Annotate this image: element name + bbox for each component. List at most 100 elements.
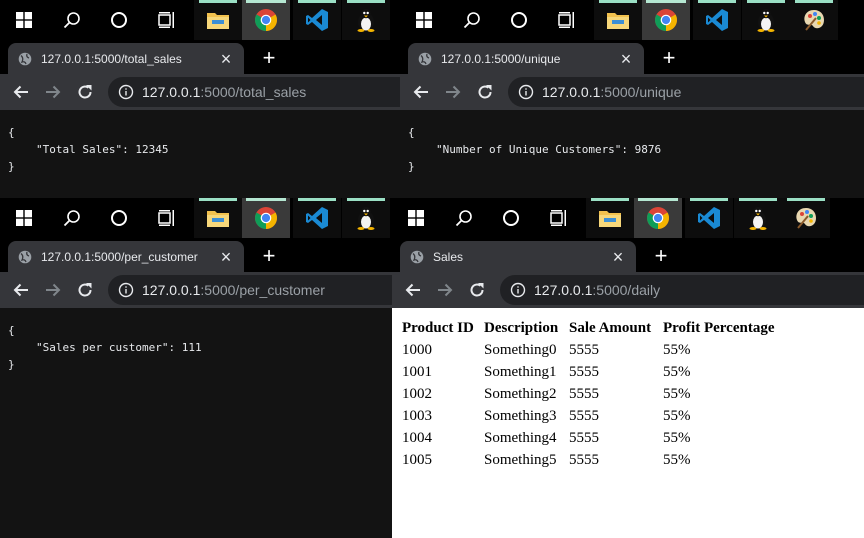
browser-tab[interactable]: 127.0.0.1:5000/total_sales ×: [8, 43, 244, 74]
task-view-button[interactable]: [143, 198, 191, 238]
task-view-button[interactable]: [535, 198, 583, 238]
vscode-taskbar-button[interactable]: [693, 0, 741, 40]
back-button[interactable]: [400, 277, 426, 303]
info-icon[interactable]: [510, 282, 526, 298]
url-path: :5000/total_sales: [200, 84, 307, 100]
browser-tab[interactable]: Sales ×: [400, 241, 636, 272]
vscode-taskbar-button[interactable]: [685, 198, 733, 238]
search-icon: [455, 210, 472, 227]
table-cell: 5555: [569, 451, 599, 468]
file-explorer-taskbar-button[interactable]: [594, 0, 642, 40]
chrome-taskbar-button[interactable]: [634, 198, 682, 238]
tab-strip: 127.0.0.1:5000/total_sales × +: [0, 40, 400, 74]
address-bar[interactable]: 127.0.0.1:5000/total_sales: [108, 77, 400, 107]
linux-tux-icon: [357, 8, 375, 32]
browser-tab[interactable]: 127.0.0.1:5000/per_customer ×: [8, 241, 244, 272]
paint-taskbar-button[interactable]: [790, 0, 838, 40]
tab-strip: 127.0.0.1:5000/per_customer × +: [0, 238, 392, 272]
close-tab-icon[interactable]: ×: [610, 248, 626, 266]
info-icon[interactable]: [118, 84, 134, 100]
linux-tux-icon: [749, 206, 767, 230]
json-sales-per-customer: "Sales per customer": 111: [36, 341, 202, 354]
new-tab-button[interactable]: +: [257, 245, 281, 269]
search-button[interactable]: [440, 198, 488, 238]
browser-tab[interactable]: 127.0.0.1:5000/unique ×: [408, 43, 644, 74]
new-tab-button[interactable]: +: [649, 245, 673, 269]
linux-taskbar-button[interactable]: [342, 0, 390, 40]
reload-button[interactable]: [464, 277, 490, 303]
file-explorer-taskbar-button[interactable]: [194, 198, 242, 238]
info-icon[interactable]: [518, 84, 534, 100]
info-icon[interactable]: [118, 282, 134, 298]
search-button[interactable]: [48, 0, 96, 40]
linux-taskbar-button[interactable]: [734, 198, 782, 238]
task-view-button[interactable]: [143, 0, 191, 40]
forward-button[interactable]: [432, 277, 458, 303]
search-button[interactable]: [448, 0, 496, 40]
windows-start-button[interactable]: [400, 0, 448, 40]
url-host: 127.0.0.1: [142, 84, 201, 100]
reload-button[interactable]: [72, 277, 98, 303]
close-tab-icon[interactable]: ×: [218, 50, 234, 68]
address-bar[interactable]: 127.0.0.1:5000/daily: [500, 275, 864, 305]
table-cell: 1000: [402, 341, 432, 358]
task-view-button[interactable]: [543, 0, 591, 40]
windows-start-icon: [416, 12, 432, 28]
file-explorer-taskbar-button[interactable]: [194, 0, 242, 40]
windows-start-button[interactable]: [0, 198, 48, 238]
vscode-taskbar-button[interactable]: [293, 198, 341, 238]
json-open-brace: {: [408, 126, 415, 139]
task-view-icon: [158, 12, 174, 28]
file-explorer-taskbar-button[interactable]: [586, 198, 634, 238]
chrome-taskbar-button[interactable]: [642, 0, 690, 40]
browser-window-unique: 127.0.0.1:5000/unique × + 127.0.0.1:5000…: [400, 0, 864, 198]
linux-taskbar-button[interactable]: [342, 198, 390, 238]
table-cell: 55%: [663, 451, 691, 468]
table-cell: 55%: [663, 429, 691, 446]
chrome-icon: [647, 207, 669, 229]
address-bar[interactable]: 127.0.0.1:5000/unique: [508, 77, 864, 107]
table-row: 1000 Something0 5555 55%: [402, 339, 774, 361]
url-path: :5000/unique: [600, 84, 682, 100]
paint-icon: [804, 10, 824, 31]
browser-window-per-customer: 127.0.0.1:5000/per_customer × + 127.0.0.…: [0, 198, 392, 538]
column-header: Product ID: [402, 320, 474, 336]
chrome-taskbar-button[interactable]: [242, 0, 290, 40]
cortana-button[interactable]: [487, 198, 535, 238]
tab-strip: Sales × +: [392, 238, 864, 272]
cortana-button[interactable]: [495, 0, 543, 40]
search-button[interactable]: [48, 198, 96, 238]
paint-taskbar-button[interactable]: [782, 198, 830, 238]
linux-tux-icon: [357, 206, 375, 230]
new-tab-button[interactable]: +: [257, 47, 281, 71]
windows-start-button[interactable]: [0, 0, 48, 40]
table-cell: 55%: [663, 341, 691, 358]
close-tab-icon[interactable]: ×: [218, 248, 234, 266]
chrome-taskbar-button[interactable]: [242, 198, 290, 238]
new-tab-button[interactable]: +: [657, 47, 681, 71]
table-cell: 5555: [569, 363, 599, 380]
browser-window-total-sales: 127.0.0.1:5000/total_sales × + 127.0.0.1…: [0, 0, 400, 198]
close-tab-icon[interactable]: ×: [618, 50, 634, 68]
reload-button[interactable]: [72, 79, 98, 105]
vscode-icon: [306, 9, 328, 31]
table-cell: 55%: [663, 363, 691, 380]
address-bar[interactable]: 127.0.0.1:5000/per_customer: [108, 275, 392, 305]
back-button[interactable]: [8, 277, 34, 303]
forward-button[interactable]: [40, 79, 66, 105]
cortana-button[interactable]: [95, 198, 143, 238]
search-icon: [63, 210, 80, 227]
json-total-sales: "Total Sales": 12345: [36, 143, 169, 156]
forward-button[interactable]: [440, 79, 466, 105]
forward-button[interactable]: [40, 277, 66, 303]
forward-arrow-icon: [438, 283, 453, 297]
vscode-taskbar-button[interactable]: [293, 0, 341, 40]
linux-taskbar-button[interactable]: [742, 0, 790, 40]
back-button[interactable]: [8, 79, 34, 105]
reload-button[interactable]: [472, 79, 498, 105]
back-button[interactable]: [408, 79, 434, 105]
windows-start-button[interactable]: [392, 198, 440, 238]
vscode-icon: [306, 207, 328, 229]
back-arrow-icon: [413, 85, 428, 99]
cortana-button[interactable]: [95, 0, 143, 40]
